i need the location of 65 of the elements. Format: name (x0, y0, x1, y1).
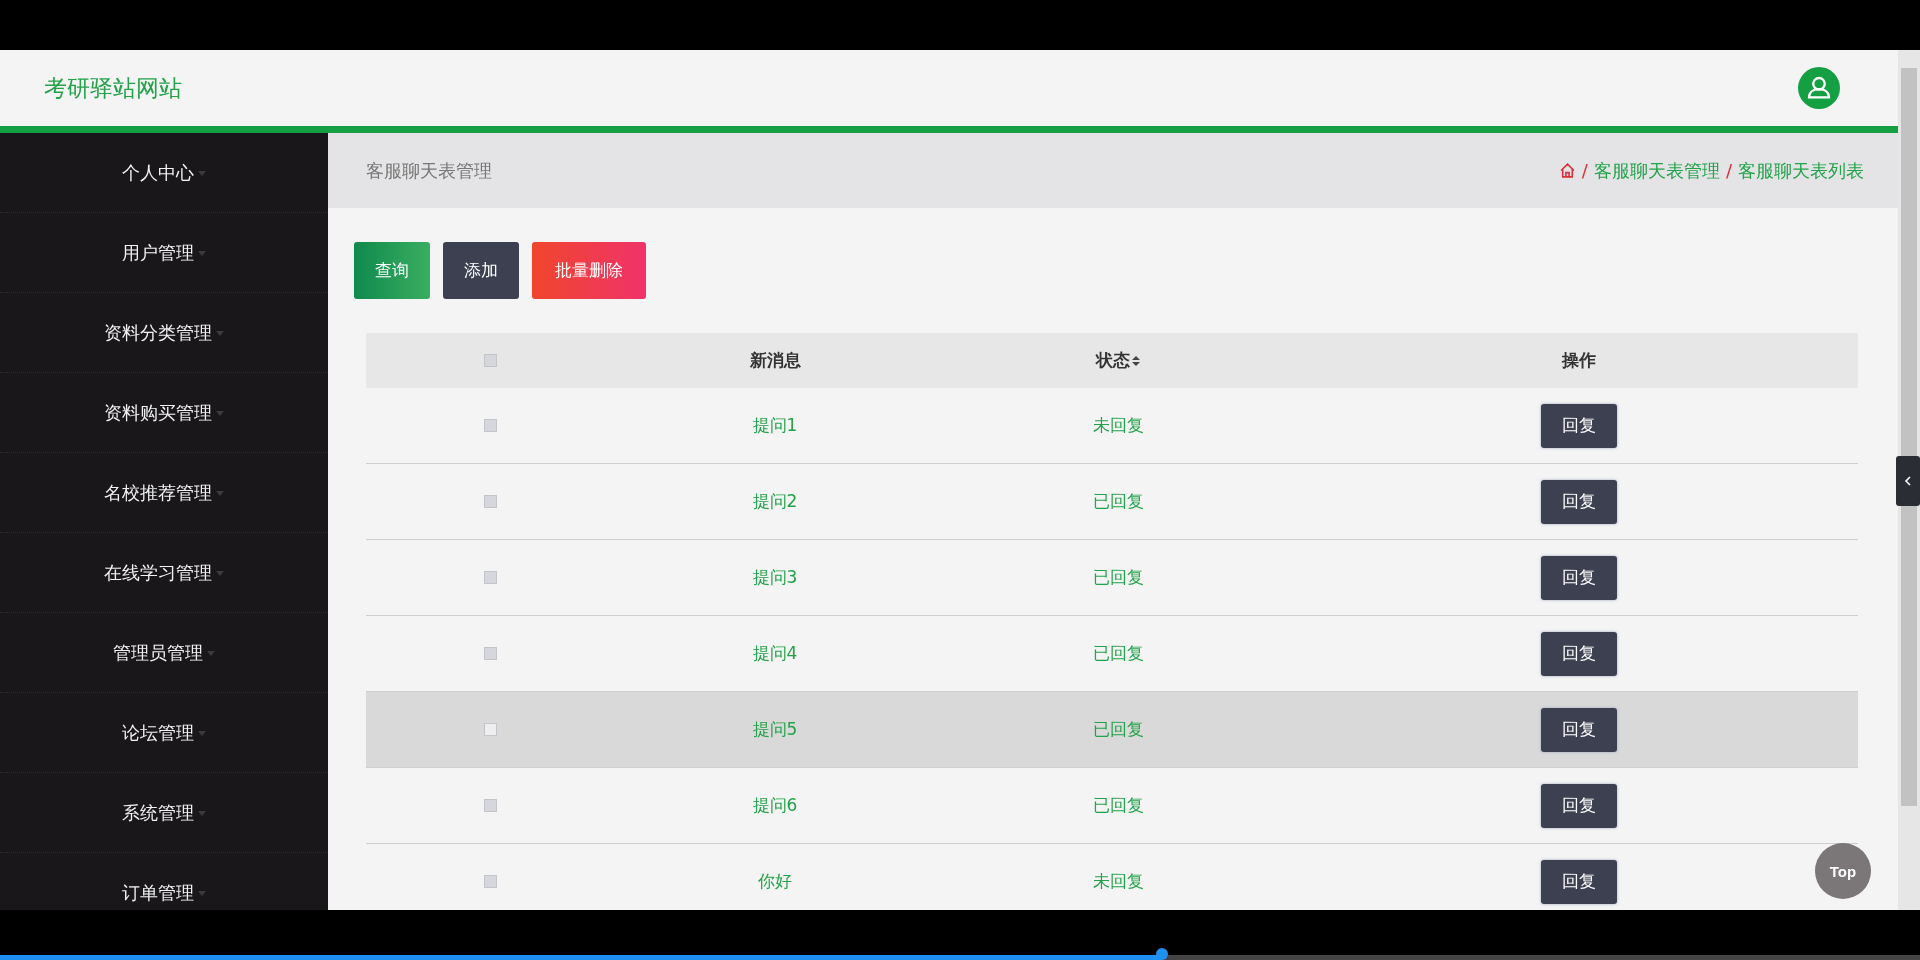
reply-button[interactable]: 回复 (1541, 707, 1617, 752)
checkbox[interactable] (483, 723, 497, 736)
video-progress-bar[interactable] (0, 948, 1920, 960)
status-cell: 未回复 (1092, 414, 1144, 437)
page-title: 客服聊天表管理 (366, 158, 492, 183)
checkbox[interactable] (483, 875, 497, 888)
search-button[interactable]: 查询 (354, 242, 430, 299)
sort-icon[interactable] (1132, 355, 1140, 366)
status-cell: 已回复 (1092, 566, 1144, 589)
reply-button[interactable]: 回复 (1541, 631, 1617, 676)
caret-icon (198, 731, 206, 736)
status-cell: 已回复 (1092, 642, 1144, 665)
reply-button[interactable]: 回复 (1541, 479, 1617, 524)
checkbox[interactable] (483, 799, 497, 812)
sidebar-item[interactable]: 论坛管理 (122, 720, 194, 745)
sidebar-item[interactable]: 用户管理 (122, 240, 194, 265)
sidebar-item[interactable]: 个人中心 (122, 160, 194, 185)
status-cell: 已回复 (1092, 718, 1144, 741)
caret-icon (198, 891, 206, 896)
sidebar-item[interactable]: 资料购买管理 (104, 400, 212, 425)
checkbox[interactable] (483, 419, 497, 432)
scrollbar[interactable] (1898, 50, 1920, 910)
caret-icon (198, 251, 206, 256)
status-cell: 已回复 (1092, 490, 1144, 513)
sidebar-item[interactable]: 名校推荐管理 (104, 480, 212, 505)
checkbox[interactable] (483, 571, 497, 584)
checkbox[interactable] (483, 495, 497, 508)
reply-button[interactable]: 回复 (1541, 403, 1617, 448)
caret-icon (198, 811, 206, 816)
checkbox[interactable] (483, 647, 497, 660)
reply-button[interactable]: 回复 (1541, 555, 1617, 600)
site-title: 考研驿站网站 (44, 73, 182, 103)
status-cell: 已回复 (1092, 794, 1144, 817)
column-header: 新消息 (749, 349, 801, 372)
add-button[interactable]: 添加 (443, 242, 519, 299)
collapse-tab-icon[interactable] (1896, 456, 1920, 506)
sidebar-item[interactable]: 管理员管理 (113, 640, 203, 665)
status-cell: 未回复 (1092, 870, 1144, 893)
breadcrumb-separator: / (1581, 160, 1588, 181)
column-header: 状态 (1096, 349, 1130, 372)
sidebar-item[interactable]: 资料分类管理 (104, 320, 212, 345)
message-cell: 提问2 (752, 490, 798, 513)
breadcrumb-separator: / (1725, 160, 1732, 181)
message-cell: 提问3 (752, 566, 798, 589)
batch-delete-button[interactable]: 批量删除 (532, 242, 646, 299)
checkbox[interactable] (483, 354, 497, 367)
caret-icon (216, 331, 224, 336)
caret-icon (207, 651, 215, 656)
caret-icon (216, 571, 224, 576)
home-icon[interactable] (1558, 162, 1576, 179)
reply-button[interactable]: 回复 (1541, 783, 1617, 828)
sidebar-item[interactable]: 在线学习管理 (104, 560, 212, 585)
reply-button[interactable]: 回复 (1541, 859, 1617, 904)
sidebar-item[interactable]: 订单管理 (122, 880, 194, 905)
caret-icon (198, 171, 206, 176)
message-cell: 提问5 (752, 718, 798, 741)
message-cell: 提问1 (752, 414, 798, 437)
column-header: 操作 (1562, 349, 1596, 372)
user-avatar-icon[interactable] (1798, 67, 1840, 109)
message-cell: 你好 (758, 870, 792, 893)
caret-icon (216, 491, 224, 496)
sidebar-item[interactable]: 系统管理 (122, 800, 194, 825)
message-cell: 提问4 (752, 642, 798, 665)
caret-icon (216, 411, 224, 416)
message-cell: 提问6 (752, 794, 798, 817)
